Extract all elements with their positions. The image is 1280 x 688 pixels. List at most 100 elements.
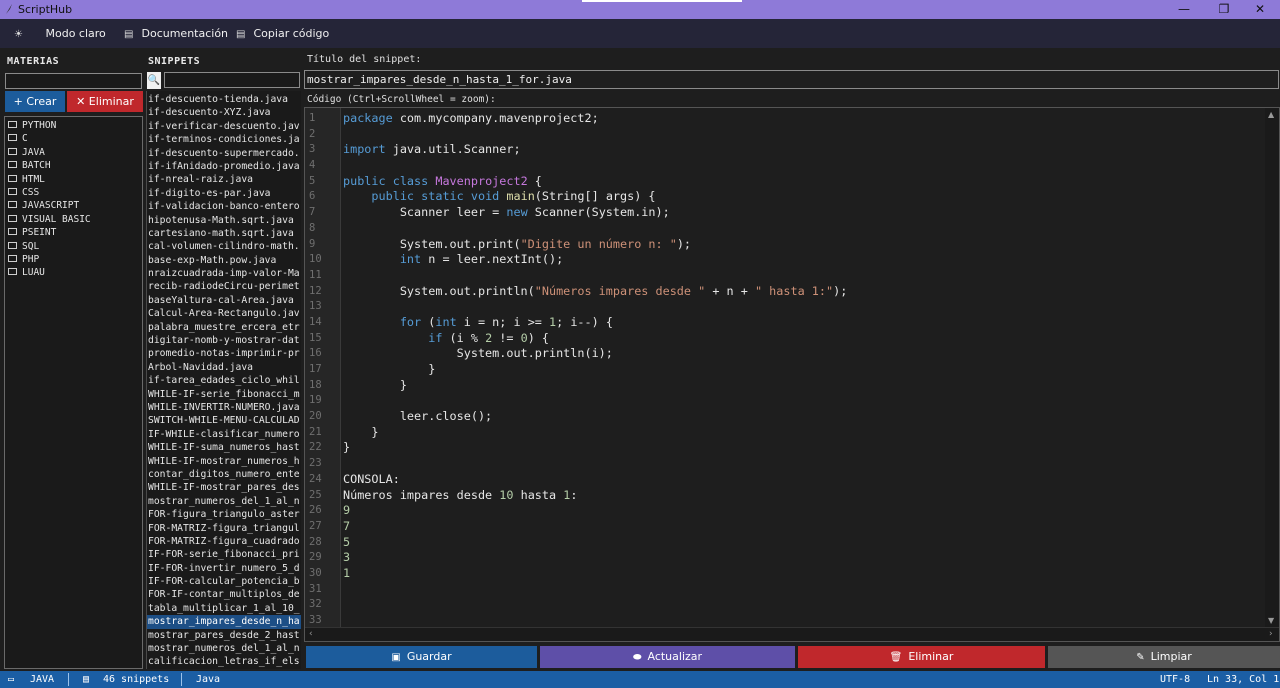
materias-search-input[interactable] <box>5 73 142 89</box>
category-item[interactable]: JAVA <box>5 146 142 159</box>
snippet-item[interactable]: WHILE-IF-suma_numeros_hast <box>147 441 301 454</box>
close-button[interactable]: ✕ <box>1240 0 1280 19</box>
category-item[interactable]: PHP <box>5 253 142 266</box>
clear-button[interactable]: ✎ Limpiar <box>1048 646 1280 668</box>
folder-icon <box>8 174 17 182</box>
snippet-item[interactable]: if-descuento-XYZ.java <box>147 106 301 119</box>
snippet-item[interactable]: FOR-figura_triangulo_aster <box>147 508 301 521</box>
scroll-right-icon[interactable]: › <box>1269 629 1273 639</box>
documentation-button[interactable]: ▤ Documentación <box>124 26 228 42</box>
code-line: CONSOLA: <box>343 471 400 486</box>
snippet-item[interactable]: if-tarea_edades_ciclo_whil <box>147 374 301 387</box>
snippet-title-input[interactable]: mostrar_impares_desde_n_hasta_1_for.java <box>304 70 1279 89</box>
snippet-item[interactable]: WHILE-INVERTIR-NUMERO.java <box>147 401 301 414</box>
documentation-label: Documentación <box>141 27 229 40</box>
line-number: 4 <box>309 159 316 172</box>
category-item[interactable]: JAVASCRIPT <box>5 199 142 212</box>
snippet-item[interactable]: IF-WHILE-clasificar_numero <box>147 428 301 441</box>
code-text-area[interactable]: package com.mycompany.mavenproject2; imp… <box>343 111 1265 628</box>
snippet-item[interactable]: mostrar_numeros_del_1_al_n <box>147 495 301 508</box>
snippet-item[interactable]: if-validacion-banco-entero <box>147 200 301 213</box>
snippet-item[interactable]: hipotenusa-Math.sqrt.java <box>147 214 301 227</box>
snippet-item[interactable]: if-verificar-descuento.jav <box>147 120 301 133</box>
snippet-item[interactable]: Arbol-Navidad.java <box>147 361 301 374</box>
vertical-scrollbar[interactable]: ▲ ▼ <box>1265 108 1279 628</box>
snippet-item[interactable]: nraizcuadrada-imp-valor-Ma <box>147 267 301 280</box>
category-item[interactable]: VISUAL BASIC <box>5 213 142 226</box>
line-number: 8 <box>309 221 316 234</box>
snippet-item[interactable]: if-digito-es-par.java <box>147 187 301 200</box>
search-icon[interactable]: 🔍 <box>147 72 161 89</box>
category-item[interactable]: LUAU <box>5 266 142 279</box>
line-number: 32 <box>309 598 322 611</box>
snippet-item[interactable]: digitar-nomb-y-mostrar-dat <box>147 334 301 347</box>
category-item[interactable]: SQL <box>5 240 142 253</box>
delete-snippet-button[interactable]: 🗑 Eliminar <box>798 646 1045 668</box>
snippet-item[interactable]: contar_digitos_numero_ente <box>147 468 301 481</box>
create-category-button[interactable]: + Crear <box>5 91 65 112</box>
snippet-item[interactable]: if-ifAnidado-promedio.java <box>147 160 301 173</box>
snippet-item[interactable]: if-terminos-condiciones.ja <box>147 133 301 146</box>
snippet-item[interactable]: baseYaltura-cal-Area.java <box>147 294 301 307</box>
snippet-item[interactable]: promedio-notas-imprimir-pr <box>147 347 301 360</box>
snippet-item[interactable]: if-nreal-raiz.java <box>147 173 301 186</box>
snippet-item[interactable]: FOR-MATRIZ-figura_triangul <box>147 522 301 535</box>
light-mode-button[interactable]: ☀ Modo claro <box>14 26 106 42</box>
copy-code-button[interactable]: ▤ Copiar código <box>236 26 329 42</box>
snippet-item[interactable]: IF-FOR-calcular_potencia_b <box>147 575 301 588</box>
code-line: int n = leer.nextInt(); <box>399 252 564 267</box>
code-line: 7 <box>343 518 351 533</box>
delete-category-button[interactable]: ✕ Eliminar <box>67 91 143 112</box>
snippet-item[interactable]: recib-radiodeCircu-perimet <box>147 280 301 293</box>
category-item[interactable]: HTML <box>5 173 142 186</box>
snippet-item[interactable]: IF-FOR-invertir_numero_5_d <box>147 562 301 575</box>
snippet-item[interactable]: if-descuento-tienda.java <box>147 93 301 106</box>
scroll-left-icon[interactable]: ‹ <box>309 629 313 639</box>
snippet-item[interactable]: SWITCH-WHILE-MENU-CALCULAD <box>147 414 301 427</box>
snippet-item[interactable]: mostrar_numeros_del_1_al_n <box>147 642 301 655</box>
category-item[interactable]: CSS <box>5 186 142 199</box>
minimize-button[interactable]: — <box>1164 0 1204 19</box>
snippets-list: if-descuento-tienda.java if-descuento-XYZ… <box>146 91 301 669</box>
snippet-item[interactable]: FOR-IF-contar_multiplos_de <box>147 588 301 601</box>
line-number: 21 <box>309 425 322 438</box>
maximize-button[interactable]: ❐ <box>1204 0 1244 19</box>
snippet-item[interactable]: FOR-MATRIZ-figura_cuadrado <box>147 535 301 548</box>
category-item[interactable]: C <box>5 132 142 145</box>
snippet-item[interactable]: mostrar_pares_desde_2_hast <box>147 629 301 642</box>
scroll-up-icon[interactable]: ▲ <box>1268 110 1274 119</box>
snippet-item[interactable]: WHILE-IF-serie_fibonacci_m <box>147 388 301 401</box>
snippet-item[interactable]: tabla_multiplicar_1_al_10_ <box>147 602 301 615</box>
snippet-item[interactable]: cal-volumen-cilindro-math. <box>147 240 301 253</box>
copy-icon: ▤ <box>236 29 246 40</box>
status-language: Java <box>196 674 221 685</box>
folder-icon <box>8 134 17 142</box>
scroll-down-icon[interactable]: ▼ <box>1268 616 1274 625</box>
category-item[interactable]: PSEINT <box>5 226 142 239</box>
snippet-item[interactable]: mostrar_impares_desde_n_ha <box>147 615 301 629</box>
title-bar: ScriptHub — ❐ ✕ <box>0 0 1280 19</box>
snippet-item[interactable]: if-descuento-supermercado. <box>147 147 301 160</box>
status-cursor-position: Ln 33, Col 1 <box>1207 674 1280 685</box>
code-editor[interactable]: 1 2 3 4 5 6 7 8 9 10 11 12 13 14 15 16 17 18 19 20 21 22 23 24 2… <box>304 107 1280 642</box>
snippet-item[interactable]: IF-FOR-serie_fibonacci_pri <box>147 548 301 561</box>
line-number: 30 <box>309 566 322 579</box>
snippet-item[interactable]: WHILE-IF-mostrar_pares_des <box>147 481 301 494</box>
category-item[interactable]: BATCH <box>5 159 142 172</box>
folder-icon <box>8 161 17 169</box>
snippet-item[interactable]: palabra_muestre_ercera_etr <box>147 321 301 334</box>
snippet-search-input[interactable] <box>164 72 300 88</box>
snippet-item[interactable]: Calcul-Area-Rectangulo.jav <box>147 307 301 320</box>
update-button[interactable]: ⬬ Actualizar <box>540 646 795 668</box>
horizontal-scrollbar[interactable]: ‹ › <box>305 627 1279 641</box>
snippet-item[interactable]: calificacion_letras_if_els <box>147 655 301 668</box>
snippet-item[interactable]: base-exp-Math.pow.java <box>147 254 301 267</box>
line-number: 24 <box>309 472 322 485</box>
line-number: 13 <box>309 300 322 313</box>
snippet-item[interactable]: cartesiano-math.sqrt.java <box>147 227 301 240</box>
category-label: HTML <box>22 173 45 185</box>
category-item[interactable]: PYTHON <box>5 119 142 132</box>
save-button[interactable]: ▣ Guardar <box>306 646 537 668</box>
snippet-item[interactable]: WHILE-IF-mostrar_numeros_h <box>147 455 301 468</box>
